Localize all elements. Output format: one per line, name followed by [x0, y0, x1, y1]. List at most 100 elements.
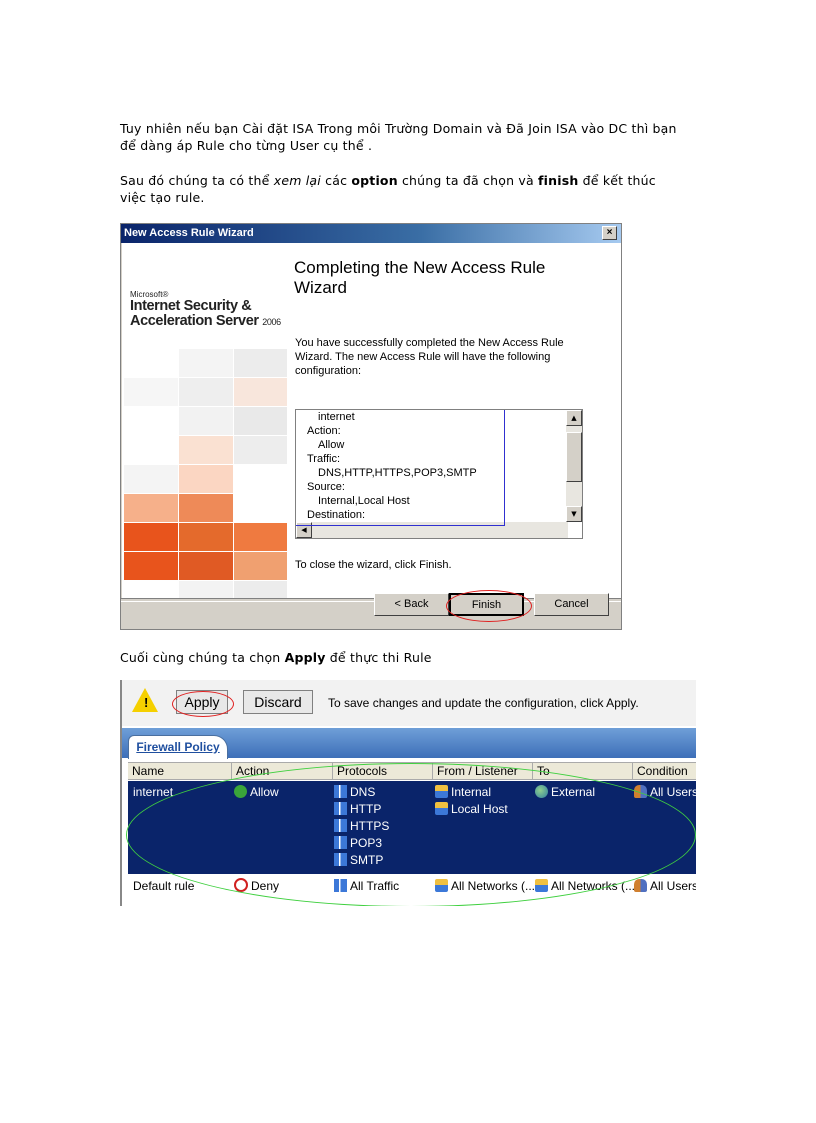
p2-text-e: chúng ta đã chọn và: [397, 173, 539, 188]
discard-button[interactable]: Discard: [243, 690, 313, 714]
banner-square: [179, 407, 233, 435]
table-row[interactable]: Default rule Deny All Traffic All Networ…: [128, 876, 696, 896]
close-hint: To close the wizard, click Finish.: [295, 559, 452, 571]
banner-square: [234, 378, 287, 406]
tab-firewall-policy[interactable]: Firewall Policy: [128, 735, 228, 759]
summary-highlight-box: [296, 410, 505, 526]
banner-square-accent: [179, 494, 233, 522]
tab-firewall-policy-label: Firewall Policy: [136, 740, 220, 754]
protocol-icon: [334, 819, 347, 832]
rule-action-label: Allow: [250, 785, 279, 799]
from-label: All Networks (...: [451, 879, 536, 893]
protocol-label: HTTPS: [350, 819, 390, 833]
condition-label: All Users: [650, 785, 696, 799]
column-headers: Name Action Protocols From / Listener To…: [128, 762, 696, 780]
banner-square: [234, 349, 287, 377]
banner-square: [179, 378, 233, 406]
protocol-icon: [334, 802, 347, 815]
intro-paragraph: Tuy nhiên nếu bạn Cài đặt ISA Trong môi …: [120, 121, 677, 153]
rule-name: Default rule: [133, 879, 195, 893]
banner-square-accent: [124, 523, 178, 551]
banner-square: [124, 465, 178, 493]
isa-logo: Microsoft® Internet Security & Accelerat…: [130, 290, 281, 330]
banner-square-accent: [234, 523, 287, 551]
brand-line-1: Internet Security &: [130, 298, 252, 314]
to-label: All Networks (...: [551, 879, 636, 893]
protocol-item: All Traffic: [334, 878, 399, 895]
banner-square: [234, 436, 287, 464]
scroll-thumb[interactable]: [566, 432, 582, 482]
wizard-title-bar: New Access Rule Wizard ×: [121, 224, 621, 243]
protocol-icon: [334, 836, 347, 849]
p3-apply-bold: Apply: [284, 650, 326, 665]
configuration-summary[interactable]: internet Action: Allow Traffic: DNS,HTTP…: [295, 409, 583, 539]
banner-square: [124, 378, 178, 406]
rule-action-label: Deny: [251, 879, 280, 893]
p2-italic: xem lại: [273, 173, 321, 188]
apply-bar: ! Apply Discard To save changes and upda…: [122, 680, 696, 726]
protocol-item: DNS: [334, 784, 375, 801]
protocol-item: HTTP: [334, 801, 381, 818]
column-header-condition[interactable]: Condition: [633, 763, 696, 780]
banner-square: [179, 581, 233, 598]
protocol-item: SMTP: [334, 852, 383, 869]
from-item: Internal: [435, 784, 491, 801]
protocol-item: HTTPS: [334, 818, 389, 835]
rule-action: Deny: [234, 878, 279, 895]
scroll-down-icon[interactable]: ▼: [566, 506, 582, 522]
protocol-label: SMTP: [350, 853, 384, 867]
column-header-name[interactable]: Name: [128, 763, 232, 780]
protocol-icon: [334, 785, 347, 798]
rule-name: internet: [133, 785, 174, 799]
close-icon[interactable]: ×: [602, 226, 617, 240]
banner-square: [234, 581, 287, 598]
condition-label: All Users: [650, 879, 696, 893]
network-icon: [435, 879, 448, 892]
column-header-protocols[interactable]: Protocols: [333, 763, 433, 780]
brand-line-2: Acceleration Server 2006: [130, 314, 281, 330]
new-access-rule-wizard: New Access Rule Wizard × Microsoft® Inte…: [120, 223, 622, 630]
cancel-button[interactable]: Cancel: [534, 593, 609, 616]
protocol-label: POP3: [350, 836, 383, 850]
protocol-icon: [334, 853, 347, 866]
banner-square: [179, 465, 233, 493]
banner-square: [179, 349, 233, 377]
to-label: External: [551, 785, 596, 799]
protocol-label: HTTP: [350, 802, 382, 816]
scroll-up-icon[interactable]: ▲: [566, 410, 582, 426]
to-item: All Networks (...: [535, 878, 635, 895]
column-header-action[interactable]: Action: [232, 763, 333, 780]
column-header-to[interactable]: To: [533, 763, 633, 780]
table-row[interactable]: internet Allow DNS HTTP HTTPS POP3 SMTP …: [128, 781, 696, 874]
condition-item: All Users: [634, 878, 696, 895]
brand-line-2-text: Acceleration Server: [130, 313, 259, 329]
wizard-description: You have successfully completed the New …: [295, 337, 564, 377]
from-item: All Networks (...: [435, 878, 535, 895]
protocol-label: All Traffic: [350, 879, 400, 893]
allow-icon: [234, 785, 247, 798]
tab-strip: Firewall Policy: [122, 728, 696, 759]
protocol-label: DNS: [350, 785, 376, 799]
p2-finish-bold: finish: [538, 173, 579, 188]
wizard-heading: Completing the New Access Rule Wizard: [294, 258, 546, 297]
back-button[interactable]: < Back: [374, 593, 449, 616]
users-icon: [634, 785, 647, 798]
p2-text-a: Sau đó chúng ta có thể: [120, 173, 274, 188]
column-header-from[interactable]: From / Listener: [433, 763, 533, 780]
vertical-scrollbar[interactable]: ▲ ▼: [566, 410, 582, 522]
p3-text-c: để thực thi Rule: [325, 650, 432, 665]
rule-action: Allow: [234, 784, 279, 801]
finish-button[interactable]: Finish: [449, 593, 524, 616]
network-icon: [435, 802, 448, 815]
from-label: Local Host: [451, 802, 508, 816]
p3-text-a: Cuối cùng chúng ta chọn: [120, 650, 285, 665]
banner-square: [234, 407, 287, 435]
apply-button[interactable]: Apply: [176, 690, 228, 714]
p2-option-bold: option: [351, 173, 398, 188]
firewall-policy-panel: ! Apply Discard To save changes and upda…: [122, 680, 696, 906]
network-icon: [435, 785, 448, 798]
apply-message: To save changes and update the configura…: [328, 696, 639, 710]
p2-text-c: các: [320, 173, 352, 188]
wizard-title: New Access Rule Wizard: [124, 227, 254, 239]
users-icon: [634, 879, 647, 892]
